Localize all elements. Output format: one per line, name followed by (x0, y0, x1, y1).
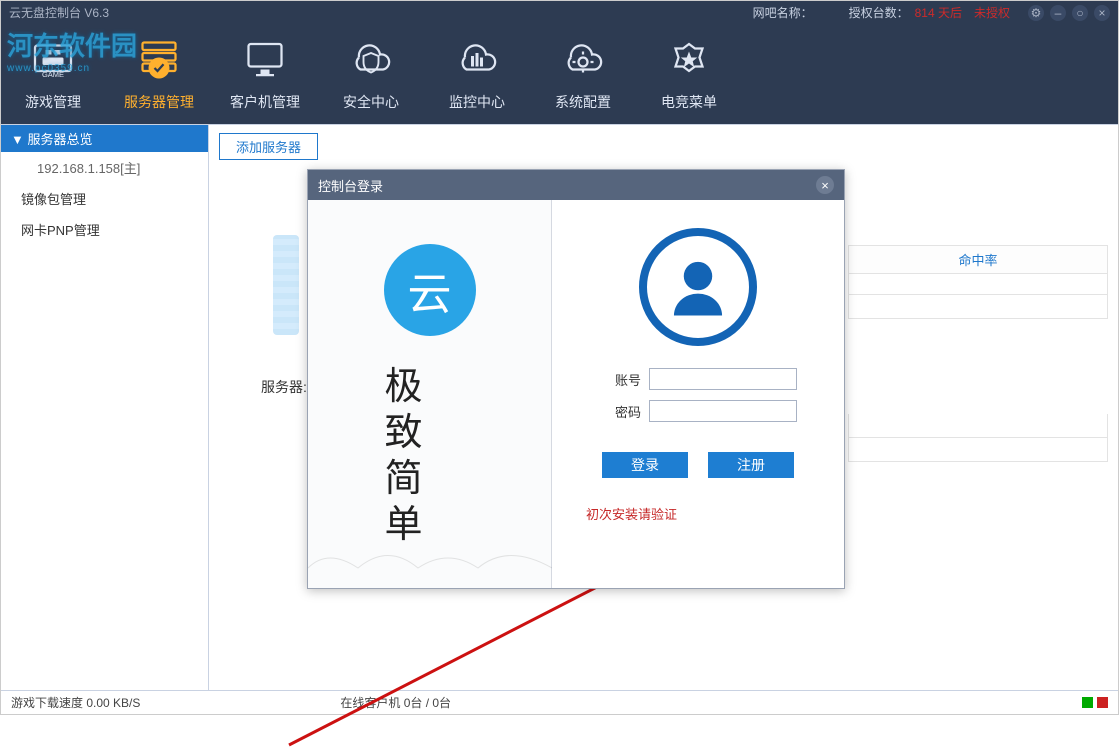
server-icon (129, 32, 189, 86)
close-window-icon[interactable]: × (1094, 5, 1110, 21)
hits-cell (848, 295, 1108, 319)
tab-label: 服务器管理 (124, 92, 194, 112)
main-toolbar: 河东软件园 www.pc0359.cn GAME 游戏管理 服务器管理 客户机管… (1, 24, 1118, 124)
hits-column-header: 命中率 (848, 245, 1108, 274)
monitor-cloud-icon (447, 32, 507, 86)
tab-label: 监控中心 (449, 92, 505, 112)
tab-game-manage[interactable]: GAME 游戏管理 (13, 32, 93, 116)
status-indicator-red (1097, 697, 1108, 708)
online-clients: 在线客户机 0台 / 0台 (340, 694, 451, 711)
avatar-icon (639, 228, 757, 346)
auth-extra: 未授权 (974, 4, 1010, 21)
tab-label: 安全中心 (343, 92, 399, 112)
register-button[interactable]: 注册 (708, 452, 794, 478)
server-graphic (273, 235, 299, 335)
tab-security[interactable]: 安全中心 (331, 32, 411, 116)
sidebar-item-nic-pnp[interactable]: 网卡PNP管理 (1, 214, 208, 245)
hits-cell (848, 271, 1108, 295)
titlebar: 云无盘控制台 V6.3 网吧名称： 授权台数： 814 天后 未授权 ⚙ – ○… (1, 1, 1118, 24)
gear-cloud-icon (553, 32, 613, 86)
app-title: 云无盘控制台 V6.3 (9, 4, 109, 21)
tab-label: 客户机管理 (230, 92, 300, 112)
tab-esports-menu[interactable]: 电竞菜单 (649, 32, 729, 116)
verify-text: 初次安装请验证 (586, 504, 677, 523)
maximize-icon[interactable]: ○ (1072, 5, 1088, 21)
game-icon: GAME (23, 32, 83, 86)
sidebar: ▼ 服务器总览 192.168.1.158[主] 镜像包管理 网卡PNP管理 (1, 125, 209, 690)
modal-brand-panel: 云 极 致 简 单 (308, 200, 552, 588)
modal-title: 控制台登录 (318, 176, 383, 195)
account-label: 账号 (599, 370, 641, 389)
login-button[interactable]: 登录 (602, 452, 688, 478)
tab-monitor[interactable]: 监控中心 (437, 32, 517, 116)
minimize-icon[interactable]: – (1050, 5, 1066, 21)
tab-label: 系统配置 (555, 92, 611, 112)
slogan-text: 极 致 简 单 (385, 364, 475, 548)
password-label: 密码 (599, 402, 641, 421)
close-icon[interactable]: × (816, 176, 834, 194)
modal-form-panel: 账号 密码 登录 注册 初次安装请验证 (552, 200, 844, 588)
hits-cell (848, 438, 1108, 462)
tab-system-config[interactable]: 系统配置 (543, 32, 623, 116)
modal-titlebar: 控制台登录 × (308, 170, 844, 200)
sidebar-header[interactable]: ▼ 服务器总览 (1, 125, 208, 152)
download-speed: 游戏下载速度 0.00 KB/S (11, 694, 140, 711)
settings-icon[interactable]: ⚙ (1028, 5, 1044, 21)
tab-client-manage[interactable]: 客户机管理 (225, 32, 305, 116)
cafe-name-label: 网吧名称： (753, 4, 813, 21)
statusbar: 游戏下载速度 0.00 KB/S 在线客户机 0台 / 0台 (1, 690, 1118, 714)
account-input[interactable] (649, 368, 797, 390)
auth-count-label: 授权台数： (849, 4, 909, 21)
server-label: 服务器: (261, 377, 307, 397)
status-indicator-green (1082, 697, 1093, 708)
add-server-button[interactable]: 添加服务器 (219, 133, 318, 160)
password-input[interactable] (649, 400, 797, 422)
svg-text:GAME: GAME (42, 70, 64, 79)
hits-cell (848, 414, 1108, 438)
auth-days: 814 天后 (915, 4, 962, 21)
client-icon (235, 32, 295, 86)
cloud-decoration (308, 538, 552, 578)
shield-cloud-icon (341, 32, 401, 86)
esports-icon (659, 32, 719, 86)
tab-server-manage[interactable]: 服务器管理 (119, 32, 199, 116)
sidebar-item-image-pkg[interactable]: 镜像包管理 (1, 183, 208, 214)
tab-label: 游戏管理 (25, 92, 81, 112)
login-modal: 控制台登录 × 云 极 致 简 单 账号 密码 (307, 169, 845, 589)
tab-label: 电竞菜单 (661, 92, 717, 112)
sidebar-item-server-ip[interactable]: 192.168.1.158[主] (1, 152, 208, 183)
cloud-logo-icon: 云 (384, 244, 476, 336)
